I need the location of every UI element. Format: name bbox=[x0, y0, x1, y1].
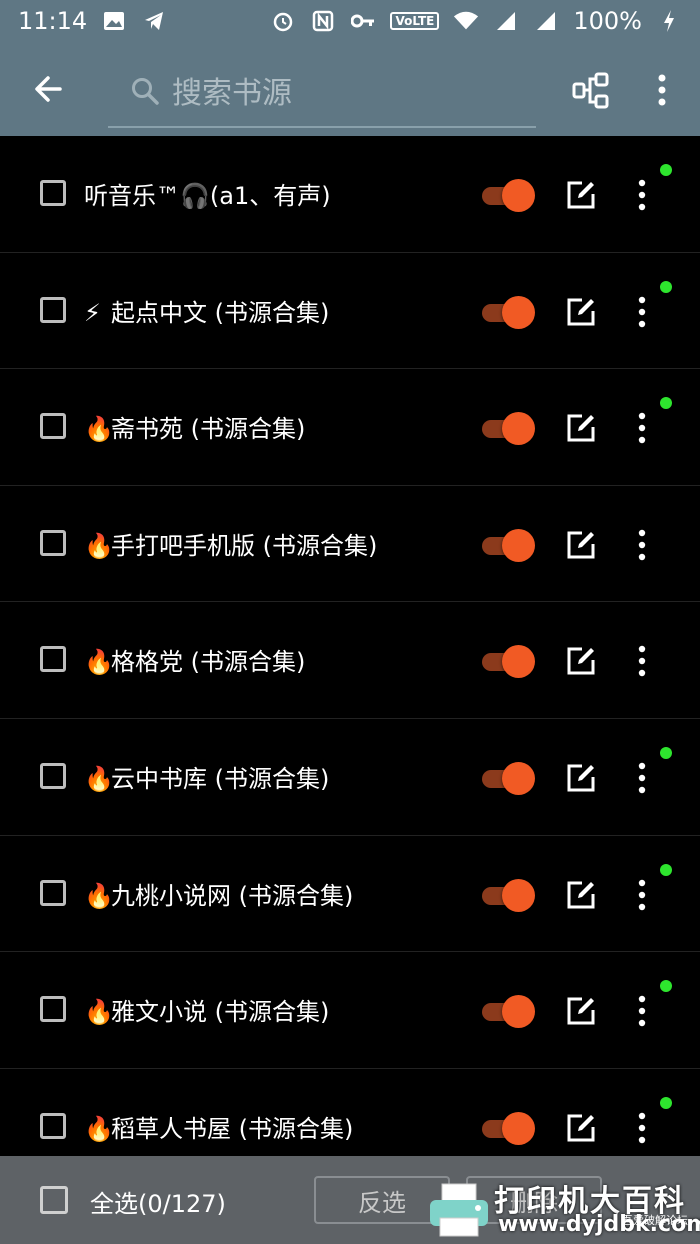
source-name: ⚡ 起点中文 (书源合集) bbox=[84, 298, 330, 327]
source-name: 🔥云中书库 (书源合集) bbox=[84, 764, 330, 793]
more-vert-icon[interactable] bbox=[634, 178, 650, 212]
online-dot bbox=[660, 1096, 672, 1109]
nfc-icon bbox=[310, 8, 336, 34]
more-vert-icon[interactable] bbox=[634, 878, 650, 912]
edit-icon[interactable] bbox=[566, 646, 596, 676]
status-bar: 11:14 VoLTE 100% bbox=[0, 0, 700, 42]
clock: 11:14 bbox=[18, 7, 88, 35]
source-emoji: 🔥 bbox=[84, 1114, 114, 1143]
list-item[interactable]: 🔥九桃小说网 (书源合集) bbox=[0, 836, 700, 953]
signal-icon bbox=[493, 8, 519, 34]
more-vert-icon[interactable] bbox=[634, 994, 650, 1028]
edit-icon[interactable] bbox=[566, 413, 596, 443]
source-emoji: 🔥 bbox=[84, 648, 114, 677]
source-list: 听音乐™🎧(a1、有声) ⚡ 起点中文 (书源合集) 🔥斋书苑 (书源合集) 🔥手… bbox=[0, 136, 700, 1186]
enable-switch[interactable] bbox=[482, 1111, 535, 1145]
edit-icon[interactable] bbox=[566, 297, 596, 327]
edit-icon[interactable] bbox=[566, 996, 596, 1026]
list-item[interactable]: 🔥手打吧手机版 (书源合集) bbox=[0, 486, 700, 603]
source-name: 听音乐™🎧(a1、有声) bbox=[84, 182, 331, 210]
row-checkbox[interactable] bbox=[40, 879, 66, 906]
more-vert-icon[interactable] bbox=[634, 644, 650, 678]
row-checkbox[interactable] bbox=[40, 529, 66, 556]
source-name: 🔥九桃小说网 (书源合集) bbox=[84, 881, 354, 910]
row-checkbox[interactable] bbox=[40, 762, 66, 789]
online-dot bbox=[660, 863, 672, 876]
source-emoji: ⚡ bbox=[84, 298, 101, 327]
watermark: 打印机大百科 www.dyjdbk.com 吾爱破解论坛 bbox=[428, 1172, 700, 1244]
edit-icon[interactable] bbox=[566, 1113, 596, 1143]
volte-badge: VoLTE bbox=[390, 12, 440, 30]
list-item[interactable]: ⚡ 起点中文 (书源合集) bbox=[0, 253, 700, 370]
charging-icon bbox=[656, 8, 682, 34]
online-dot bbox=[660, 280, 672, 293]
enable-switch[interactable] bbox=[482, 995, 535, 1029]
list-item[interactable]: 🔥斋书苑 (书源合集) bbox=[0, 369, 700, 486]
enable-switch[interactable] bbox=[482, 295, 535, 329]
more-vert-icon[interactable] bbox=[634, 411, 650, 445]
edit-icon[interactable] bbox=[566, 530, 596, 560]
battery-percent: 100% bbox=[573, 7, 642, 35]
source-emoji: 🔥 bbox=[84, 531, 114, 560]
source-name: 🔥稻草人书屋 (书源合集) bbox=[84, 1114, 354, 1143]
source-emoji: 🔥 bbox=[84, 881, 114, 910]
source-name: 🔥斋书苑 (书源合集) bbox=[84, 415, 306, 444]
row-checkbox[interactable] bbox=[40, 413, 66, 440]
group-icon[interactable] bbox=[572, 72, 610, 110]
alarm-icon bbox=[270, 8, 296, 34]
online-dot bbox=[660, 397, 672, 410]
enable-switch[interactable] bbox=[482, 412, 535, 446]
enable-switch[interactable] bbox=[482, 179, 535, 212]
more-vert-icon[interactable] bbox=[634, 295, 650, 329]
online-dot bbox=[660, 980, 672, 993]
source-emoji: 🔥 bbox=[84, 998, 114, 1027]
enable-switch[interactable] bbox=[482, 645, 535, 679]
signal-2-icon bbox=[533, 8, 559, 34]
toolbar bbox=[0, 42, 700, 136]
source-name: 🔥格格党 (书源合集) bbox=[84, 648, 306, 677]
select-all-label[interactable]: 全选(0/127) bbox=[90, 1184, 226, 1219]
edit-icon[interactable] bbox=[566, 763, 596, 793]
row-checkbox[interactable] bbox=[40, 646, 66, 673]
row-checkbox[interactable] bbox=[40, 296, 66, 323]
row-checkbox[interactable] bbox=[40, 180, 66, 206]
image-notification-icon bbox=[101, 8, 127, 34]
row-checkbox[interactable] bbox=[40, 1112, 66, 1139]
list-item[interactable]: 听音乐™🎧(a1、有声) bbox=[0, 136, 700, 253]
more-vert-icon[interactable] bbox=[648, 70, 676, 110]
search-icon bbox=[130, 76, 160, 106]
enable-switch[interactable] bbox=[482, 528, 535, 562]
online-dot bbox=[660, 164, 672, 176]
watermark-forum: 吾爱破解论坛 bbox=[622, 1214, 688, 1227]
source-emoji: 🔥 bbox=[84, 764, 114, 793]
list-item[interactable]: 🔥格格党 (书源合集) bbox=[0, 602, 700, 719]
source-emoji: 🔥 bbox=[84, 415, 114, 444]
edit-icon[interactable] bbox=[566, 880, 596, 910]
search-input[interactable] bbox=[170, 66, 524, 120]
edit-icon[interactable] bbox=[566, 180, 596, 210]
list-item[interactable]: 🔥云中书库 (书源合集) bbox=[0, 719, 700, 836]
printer-logo-icon bbox=[428, 1182, 490, 1238]
select-all-checkbox[interactable] bbox=[40, 1186, 68, 1214]
list-item[interactable]: 🔥雅文小说 (书源合集) bbox=[0, 952, 700, 1069]
enable-switch[interactable] bbox=[482, 761, 535, 795]
more-vert-icon[interactable] bbox=[634, 761, 650, 795]
telegram-icon bbox=[141, 8, 167, 34]
more-vert-icon[interactable] bbox=[634, 1111, 650, 1145]
enable-switch[interactable] bbox=[482, 878, 535, 912]
source-name: 🔥雅文小说 (书源合集) bbox=[84, 998, 330, 1027]
back-arrow-icon[interactable] bbox=[26, 66, 72, 112]
source-name: 🔥手打吧手机版 (书源合集) bbox=[84, 531, 378, 560]
more-vert-icon[interactable] bbox=[634, 528, 650, 562]
online-dot bbox=[660, 746, 672, 759]
row-checkbox[interactable] bbox=[40, 996, 66, 1023]
vpn-key-icon bbox=[350, 8, 376, 34]
search-box[interactable] bbox=[108, 58, 536, 128]
wifi-icon bbox=[453, 8, 479, 34]
